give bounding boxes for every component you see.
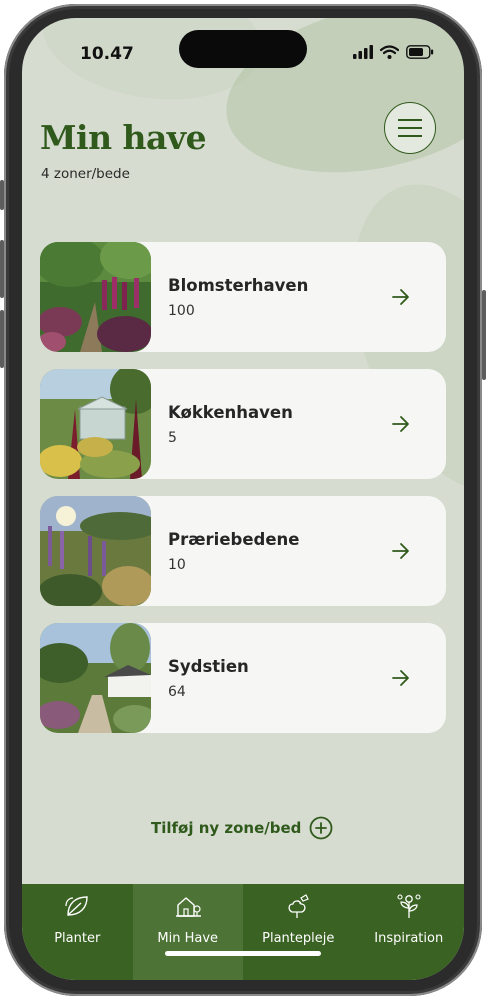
add-zone-button[interactable]: Tilføj ny zone/bed [151,816,333,840]
zone-card-koekkenhaven[interactable]: Køkkenhaven 5 [40,369,446,479]
tab-label: Planter [54,931,101,946]
zone-name: Sydstien [168,657,249,676]
tab-inspiration[interactable]: Inspiration [354,884,465,980]
plus-circle-icon [310,816,333,840]
zone-photo [40,623,151,733]
arrow-right-icon [392,289,409,305]
zone-card-sydstien[interactable]: Sydstien 64 [40,623,446,733]
add-zone-label: Tilføj ny zone/bed [151,819,302,837]
tab-planter[interactable]: Planter [22,884,133,980]
battery-icon [406,45,434,59]
dynamic-island [179,30,307,68]
flower-sprig-icon [397,894,421,918]
zone-photo [40,242,151,352]
status-icons [353,45,434,59]
phone-power-button [482,290,486,380]
hamburger-menu-icon-line [398,119,422,122]
zone-photo [40,496,151,606]
tab-plantepleje[interactable]: Plantepleje [243,884,354,980]
zone-name: Blomsterhaven [168,276,309,295]
phone-volume-down-button [0,310,4,368]
arrow-right-icon [392,670,409,686]
page-title: Min have [40,118,207,157]
zone-plant-count: 10 [168,557,186,573]
zone-card-praeriebedene[interactable]: Præriebedene 10 [40,496,446,606]
zone-list: Blomsterhaven 100 Køkkenhaven 5 Præriebe… [40,242,446,750]
zone-card-blomsterhaven[interactable]: Blomsterhaven 100 [40,242,446,352]
home-indicator[interactable] [165,951,321,956]
zone-plant-count: 100 [168,303,195,319]
phone-volume-up-button [0,240,4,298]
arrow-right-icon [392,416,409,432]
signal-icon [353,45,373,59]
house-garden-icon [175,897,201,917]
status-time: 10.47 [80,44,134,64]
tab-min-have[interactable]: Min Have [132,884,243,980]
tab-label: Min Have [157,931,219,946]
watering-can-icon [288,894,310,918]
zone-count-subtitle: 4 zoner/bede [41,166,130,182]
phone-side-button [0,180,4,210]
tab-label: Plantepleje [262,931,335,946]
app-screen: 10.47 Min have 4 zoner/bede Blomsterhave… [22,18,464,980]
zone-name: Køkkenhaven [168,403,293,422]
hamburger-menu-icon-line [398,127,422,129]
tab-label: Inspiration [374,931,444,946]
bottom-navigation: Planter Min Have Plantepleje Inspiration [22,884,464,980]
zone-name: Præriebedene [168,530,300,549]
wifi-icon [380,45,399,59]
hamburger-menu-icon-line [398,134,422,137]
arrow-right-icon [392,543,409,559]
zone-plant-count: 5 [168,430,177,446]
zone-plant-count: 64 [168,684,186,700]
zone-photo [40,369,151,479]
leaf-icon [65,896,88,916]
menu-button[interactable] [384,102,436,154]
